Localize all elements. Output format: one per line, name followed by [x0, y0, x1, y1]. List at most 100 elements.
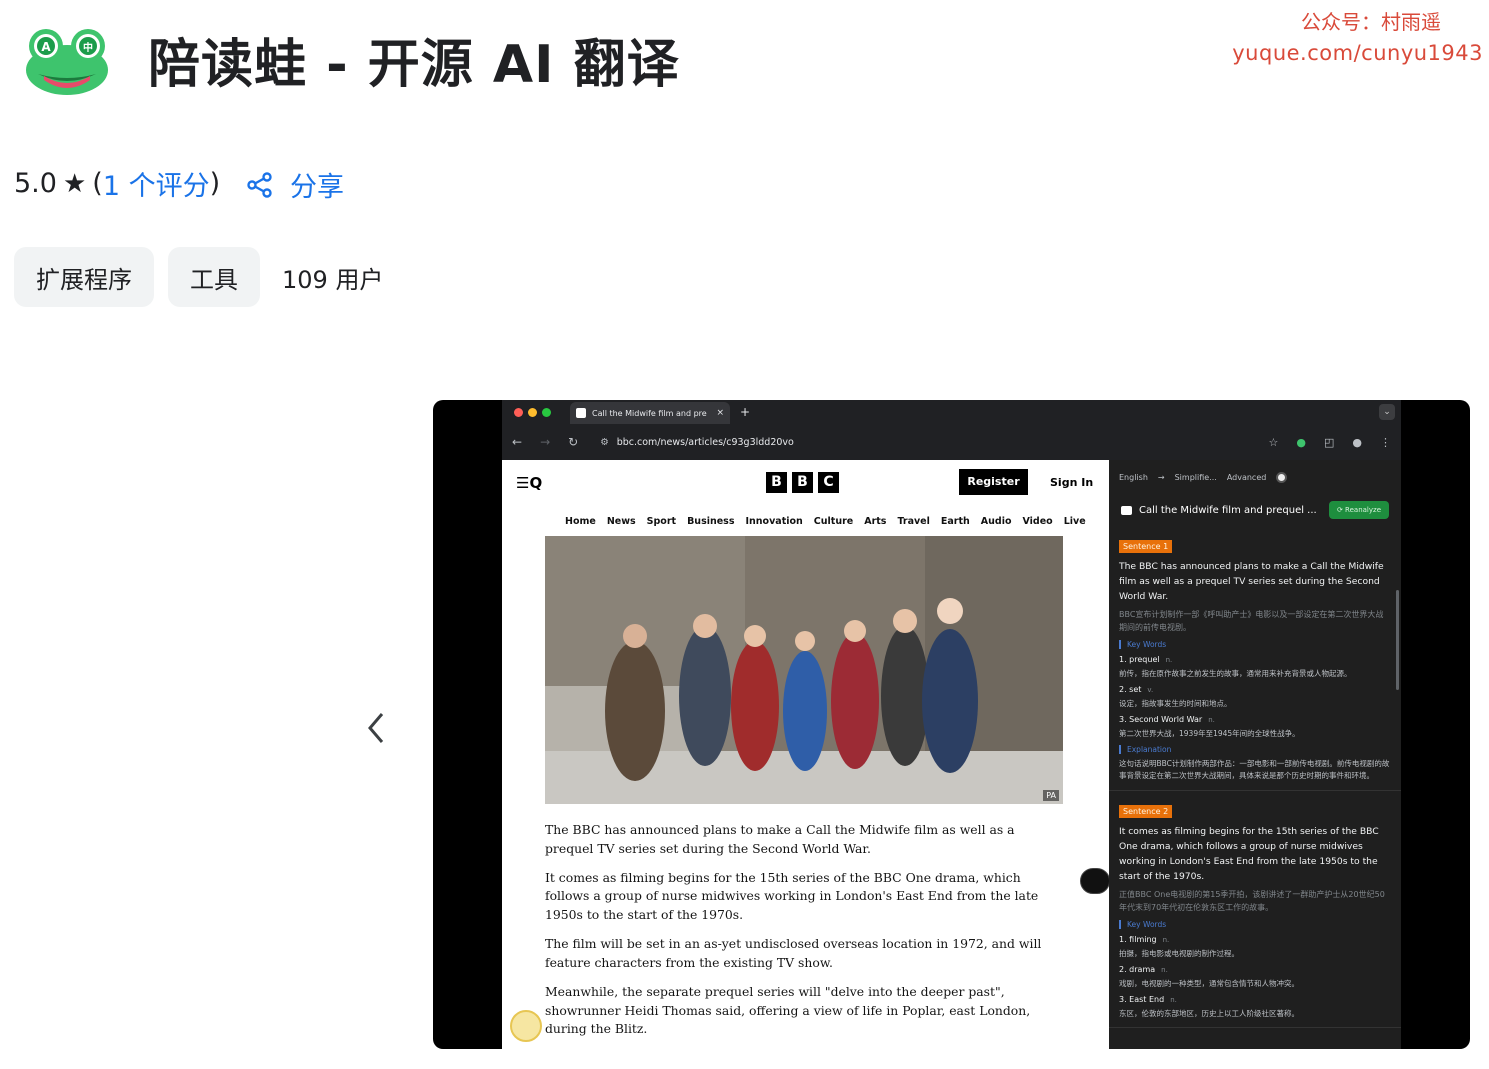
nav-home[interactable]: Home	[565, 516, 596, 527]
bbc-article-page: ☰Q B B C Register Sign In Home News Spor…	[502, 460, 1109, 1049]
address-url[interactable]: bbc.com/news/articles/c93g3ldd20vo	[617, 437, 794, 448]
bbc-favicon-icon	[576, 408, 586, 418]
key-word-text: 3. Second World War	[1119, 715, 1203, 724]
key-word-pos: n.	[1162, 936, 1170, 944]
tab-search-icon[interactable]: ⌄	[1379, 404, 1395, 420]
watermark-line2: yuque.com/cunyu1943	[1232, 41, 1483, 65]
article-photo: PA	[545, 536, 1063, 804]
frog-extension-icon[interactable]: ●	[1296, 436, 1306, 449]
key-word: 3. Second World War n.	[1119, 715, 1391, 724]
close-window-icon[interactable]	[514, 407, 523, 417]
photo-credit: PA	[1043, 790, 1059, 801]
tab-row: Call the Midwife film and pre × + ⌄	[502, 400, 1401, 424]
reload-icon[interactable]: ↻	[568, 435, 578, 449]
sentence-english: The BBC has announced plans to make a Ca…	[1119, 561, 1384, 602]
explanation-heading: Explanation	[1119, 745, 1391, 754]
maximize-window-icon[interactable]	[542, 407, 551, 417]
article-body: The BBC has announced plans to make a Ca…	[545, 821, 1063, 1049]
sentence-chinese: BBC宣布计划制作一部《呼叫助产士》电影以及一部设定在第二次世界大战期间的前传电…	[1119, 610, 1384, 632]
reanalyze-button[interactable]: ⟳ Reanalyze	[1328, 501, 1389, 519]
extensions-puzzle-icon[interactable]: ◰	[1324, 436, 1334, 449]
category-chips: 扩展程序 工具 109 用户	[14, 247, 383, 307]
panel-article-title: Call the Midwife film and prequel ... ⟳ …	[1109, 494, 1401, 526]
level-select[interactable]: Advanced	[1227, 473, 1267, 482]
sentence-badge: Sentence 2	[1119, 805, 1173, 818]
bbc-logo[interactable]: B B C	[766, 472, 839, 493]
site-info-icon[interactable]: ⚙	[600, 437, 609, 448]
share-label: 分享	[290, 172, 344, 203]
nav-news[interactable]: News	[607, 516, 636, 527]
nav-culture[interactable]: Culture	[814, 516, 853, 527]
rating-count-link[interactable]: 1 个评分	[103, 164, 210, 203]
nav-arts[interactable]: Arts	[864, 516, 886, 527]
rating-open-paren: (	[92, 168, 103, 199]
new-tab-icon[interactable]: +	[740, 405, 750, 419]
arrow-icon: →	[1157, 472, 1165, 482]
nav-audio[interactable]: Audio	[981, 516, 1012, 527]
forward-icon[interactable]: →	[540, 435, 550, 449]
key-word-definition: 设定，指故事发生的时间和地点。	[1119, 699, 1232, 708]
svg-text:中: 中	[83, 41, 93, 54]
watermark: 公众号：村雨遥 yuque.com/cunyu1943	[1232, 6, 1483, 65]
rating-close-paren: )	[209, 168, 221, 199]
bbc-logo-letter-2: B	[792, 472, 813, 493]
nav-travel[interactable]: Travel	[897, 516, 929, 527]
key-word-definition: 前传，指在原作故事之前发生的故事，通常用来补充背景或人物起源。	[1119, 669, 1352, 678]
panel-settings-bar: English → Simplifie... Advanced	[1109, 460, 1401, 494]
key-words-heading: Key Words	[1119, 640, 1391, 649]
address-bar[interactable]: ⚙ bbc.com/news/articles/c93g3ldd20vo	[600, 437, 794, 448]
frog-logo-icon: A 中	[26, 29, 108, 95]
chip-extensions[interactable]: 扩展程序	[14, 247, 154, 307]
translation-side-panel: English → Simplifie... Advanced Call the…	[1109, 460, 1401, 1049]
register-button[interactable]: Register	[959, 469, 1028, 495]
chip-tools[interactable]: 工具	[168, 247, 260, 307]
nav-video[interactable]: Video	[1022, 516, 1052, 527]
rating-score: 5.0	[14, 168, 57, 199]
key-word-definition: 第二次世界大战，1939年至1945年间的全球性战争。	[1119, 729, 1300, 738]
nav-business[interactable]: Business	[687, 516, 734, 527]
browser-tab-title: Call the Midwife film and pre	[592, 408, 707, 418]
nav-innovation[interactable]: Innovation	[746, 516, 803, 527]
bbc-logo-letter-1: B	[766, 472, 787, 493]
panel-toggle-frog-icon[interactable]	[1080, 868, 1110, 894]
sign-in-link[interactable]: Sign In	[1050, 476, 1093, 489]
sentence-chinese: 正值BBC One电视剧的第15季开拍，该剧讲述了一群助产护士从20世纪50年代…	[1119, 890, 1385, 912]
screenshot-carousel-image: Call the Midwife film and pre × + ⌄ ← → …	[433, 400, 1470, 1049]
cast-group-photo	[545, 536, 1063, 804]
user-count: 109 用户	[282, 265, 384, 294]
key-word: 3. East End n.	[1119, 995, 1391, 1004]
key-word: 2. set v.	[1119, 685, 1391, 694]
article-paragraph: It comes as filming begins for the 15th …	[545, 869, 1039, 922]
svg-text:A: A	[41, 40, 51, 54]
tab-close-icon[interactable]: ×	[716, 408, 724, 418]
minimize-window-icon[interactable]	[528, 407, 537, 417]
nav-live[interactable]: Live	[1064, 516, 1086, 527]
key-word-text: 1. prequel	[1119, 655, 1160, 664]
nav-earth[interactable]: Earth	[941, 516, 970, 527]
mode-select[interactable]: Simplifie...	[1175, 473, 1217, 482]
key-word-text: 3. East End	[1119, 995, 1165, 1004]
toolbar-icons: ☆ ● ◰ ● ⋮	[1269, 436, 1392, 449]
language-select[interactable]: English	[1119, 473, 1148, 482]
sentence-card: Sentence 1 The BBC has announced plans t…	[1109, 526, 1401, 791]
profile-icon[interactable]: ●	[1352, 436, 1362, 449]
article-paragraph: The BBC has announced plans to make a Ca…	[545, 822, 1015, 856]
key-word: 1. prequel n.	[1119, 655, 1391, 664]
bookmark-star-icon[interactable]: ☆	[1269, 436, 1279, 449]
carousel-prev-icon[interactable]	[362, 708, 392, 748]
key-word: 2. drama n.	[1119, 965, 1391, 974]
bbc-menu-search-icon[interactable]: ☰Q	[516, 474, 542, 492]
floating-frog-button-icon[interactable]	[510, 1010, 542, 1042]
key-word: 1. filming n.	[1119, 935, 1391, 944]
more-menu-icon[interactable]: ⋮	[1380, 436, 1391, 449]
share-button[interactable]: 分享	[246, 165, 344, 204]
panel-title-text: Call the Midwife film and prequel ...	[1139, 504, 1317, 516]
panel-scrollbar[interactable]	[1396, 590, 1399, 690]
toggle-icon[interactable]	[1276, 471, 1288, 483]
back-icon[interactable]: ←	[512, 435, 522, 449]
nav-sport[interactable]: Sport	[647, 516, 676, 527]
key-words-heading: Key Words	[1119, 920, 1391, 929]
key-word-definition: 东区，伦敦的东部地区，历史上以工人阶级社区著称。	[1119, 1009, 1299, 1018]
browser-tab[interactable]: Call the Midwife film and pre ×	[570, 402, 730, 424]
browser-chrome: Call the Midwife film and pre × + ⌄ ← → …	[502, 400, 1401, 460]
